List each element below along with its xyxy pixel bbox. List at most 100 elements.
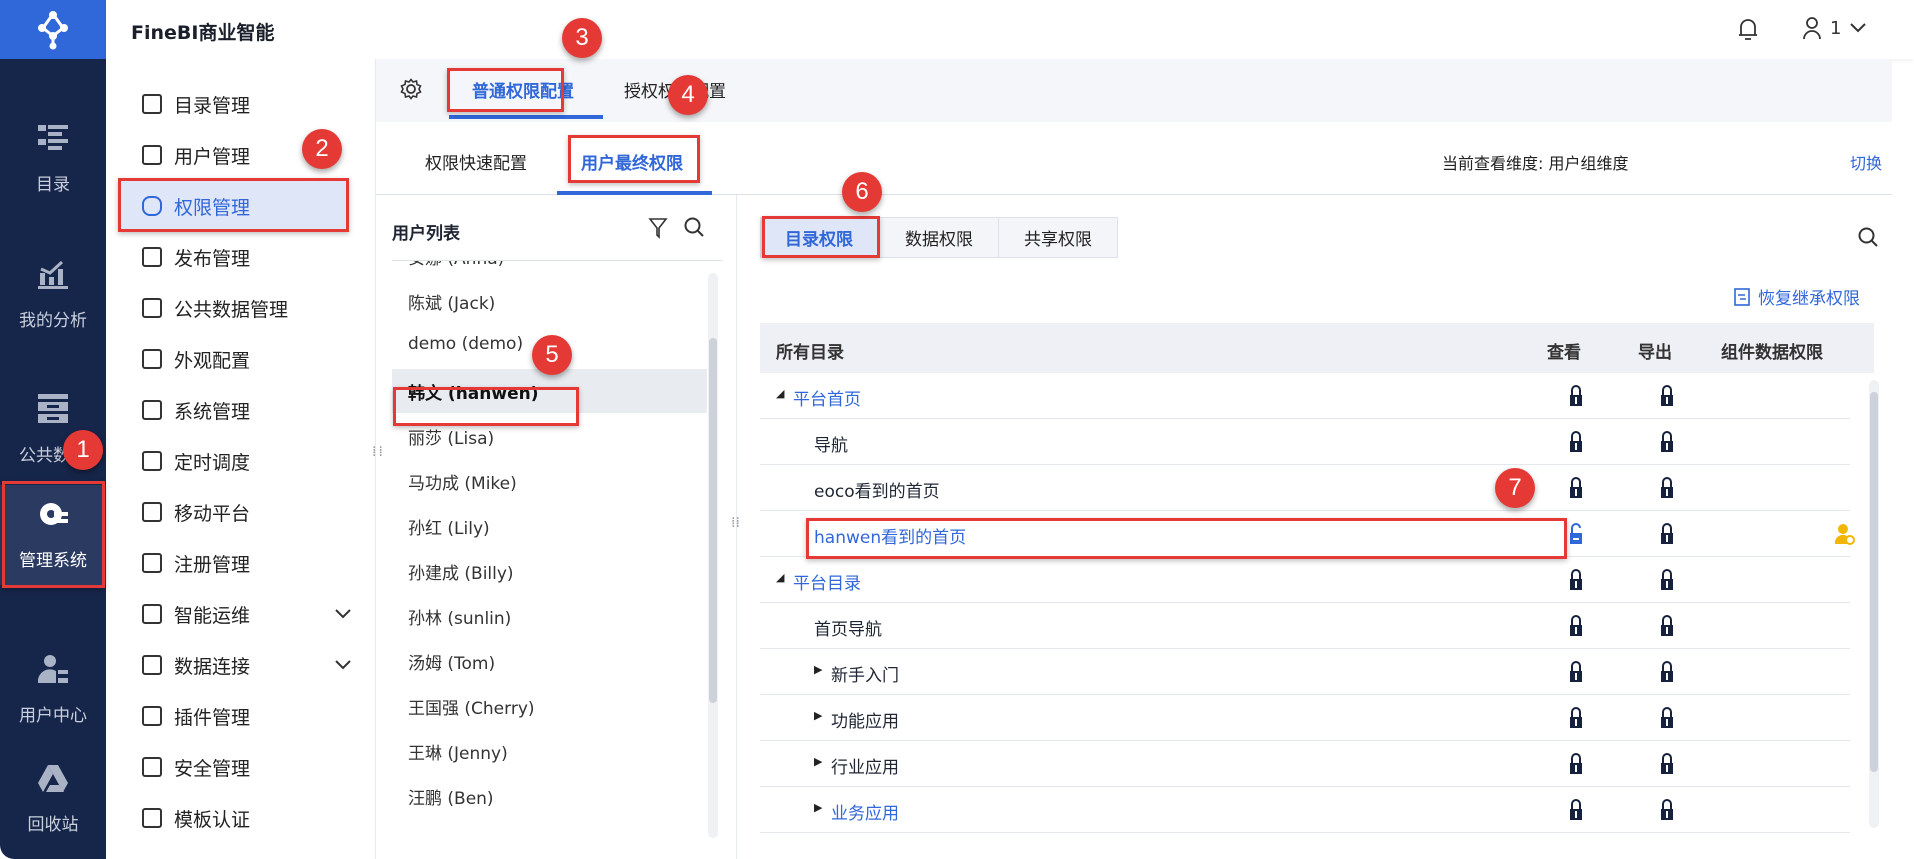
user-list-scrollbar[interactable] [708, 273, 718, 838]
catalog-name[interactable]: 功能应用 [831, 707, 899, 732]
lock-icon[interactable] [1569, 661, 1583, 688]
menu-item-timer[interactable]: 定时调度 [120, 436, 348, 486]
caret-down-icon[interactable]: ◢ [776, 571, 784, 584]
catalog-name[interactable]: eoco看到的首页 [814, 477, 940, 502]
user-list-item[interactable]: 王琳 (Jenny) [408, 739, 508, 764]
lock-icon[interactable] [1660, 477, 1674, 504]
menu-item-brush[interactable]: 外观配置 [120, 334, 348, 384]
catalog-name[interactable]: 导航 [814, 431, 848, 456]
chevron-down-icon[interactable] [334, 656, 352, 675]
lock-icon[interactable] [1569, 753, 1583, 780]
lock-icon[interactable] [1660, 615, 1674, 642]
menu-item-data[interactable]: 公共数据管理 [120, 283, 348, 333]
nav-item-recycle[interactable]: 回收站 [0, 750, 106, 850]
catalog-name[interactable]: 平台目录 [793, 569, 861, 594]
perm-tab-data[interactable]: 数据权限 [879, 217, 999, 258]
caret-right-icon[interactable]: ▶ [814, 709, 822, 722]
annotation-marker-2: 2 [302, 129, 342, 169]
settings-gear-icon[interactable] [400, 78, 422, 104]
user-list-item[interactable]: 丽莎 (Lisa) [408, 424, 494, 449]
user-menu[interactable]: 1 [1802, 16, 1867, 40]
search-icon[interactable] [1857, 226, 1879, 252]
switch-dimension-link[interactable]: 切换 [1850, 150, 1882, 174]
lock-icon[interactable] [1660, 385, 1674, 412]
filter-icon[interactable] [648, 217, 668, 243]
menu-item-publish[interactable]: 发布管理 [120, 232, 348, 282]
table-row[interactable]: ◢ 平台首页 [760, 373, 1850, 419]
menu-item-puzzle[interactable]: 插件管理 [120, 691, 348, 741]
table-row[interactable]: 导航 [760, 419, 1850, 465]
user-list-item[interactable]: 马功成 (Mike) [408, 469, 517, 494]
annotation-marker-7: 7 [1495, 468, 1535, 508]
caret-right-icon[interactable]: ▶ [814, 755, 822, 768]
caret-down-icon[interactable]: ◢ [776, 387, 784, 400]
menu-item-certify[interactable]: 模板认证 [120, 793, 348, 843]
annotation-highlight-box [762, 216, 880, 258]
component-user-icon[interactable] [1834, 523, 1855, 550]
catalog-name[interactable]: 业务应用 [831, 799, 899, 824]
lock-icon[interactable] [1660, 523, 1674, 550]
user-list-item[interactable]: 陈斌 (Jack) [408, 289, 495, 314]
recycle-icon [38, 765, 68, 798]
caret-right-icon[interactable]: ▶ [814, 663, 822, 676]
top-header [106, 0, 1914, 59]
bell-icon[interactable] [1737, 17, 1759, 45]
unlocked-icon[interactable] [1569, 523, 1583, 550]
lock-icon[interactable] [1660, 431, 1674, 458]
user-list-item[interactable]: demo (demo) [408, 334, 523, 354]
lock-icon[interactable] [1569, 385, 1583, 412]
menu-item-mobile[interactable]: 移动平台 [120, 487, 348, 537]
user-list-item[interactable]: 孙红 (Lily) [408, 514, 490, 539]
nav-item-catalog[interactable]: 目录 [0, 110, 106, 210]
table-row[interactable]: ▶ 功能应用 [760, 695, 1850, 741]
menu-item-paperclip[interactable]: 数据连接 [120, 640, 351, 690]
lock-icon[interactable] [1660, 753, 1674, 780]
search-icon[interactable] [683, 216, 705, 242]
lock-icon[interactable] [1660, 799, 1674, 826]
chevron-down-icon[interactable] [334, 605, 352, 624]
table-scrollbar[interactable] [1869, 380, 1879, 828]
table-row[interactable]: ◢ 平台目录 [760, 557, 1850, 603]
catalog-name[interactable]: 首页导航 [814, 615, 882, 640]
subtab-quick-config[interactable]: 权限快速配置 [425, 149, 527, 174]
table-row[interactable]: 首页导航 [760, 603, 1850, 649]
menu-item-shield-plus[interactable]: 安全管理 [120, 742, 348, 792]
catalog-name[interactable]: 平台首页 [793, 385, 861, 410]
user-list-item[interactable]: 汤姆 (Tom) [408, 649, 495, 674]
lock-icon[interactable] [1569, 431, 1583, 458]
catalog-name[interactable]: 新手入门 [831, 661, 899, 686]
finebi-logo[interactable] [0, 0, 106, 59]
menu-item-ops[interactable]: 智能运维 [120, 589, 351, 639]
lock-icon[interactable] [1569, 799, 1583, 826]
gear-icon [142, 400, 162, 420]
table-row[interactable]: ▶ 行业应用 [760, 741, 1850, 787]
restore-inherit-button[interactable]: 恢复继承权限 [1734, 284, 1860, 309]
nav-item-user-center[interactable]: 用户中心 [0, 640, 106, 740]
table-row[interactable]: ▶ 新手入门 [760, 649, 1850, 695]
perm-tab-share[interactable]: 共享权限 [998, 217, 1118, 258]
table-row[interactable]: ▶ 业务应用 [760, 787, 1850, 833]
caret-right-icon[interactable]: ▶ [814, 801, 822, 814]
lock-icon[interactable] [1660, 569, 1674, 596]
data-icon [142, 298, 162, 318]
menu-item-register[interactable]: 注册管理 [120, 538, 348, 588]
lock-icon[interactable] [1660, 661, 1674, 688]
table-row[interactable]: eoco看到的首页 [760, 465, 1850, 511]
user-list-item[interactable]: 孙林 (sunlin) [408, 604, 511, 629]
dimension-label: 当前查看维度: 用户组维度 [1442, 154, 1629, 173]
user-list-item[interactable]: 孙建成 (Billy) [408, 559, 514, 584]
resize-handle-icon[interactable]: ⁞⁞ [372, 445, 384, 459]
menu-item-list[interactable]: 目录管理 [120, 79, 348, 129]
lock-icon[interactable] [1569, 477, 1583, 504]
catalog-name[interactable]: 行业应用 [831, 753, 899, 778]
user-list-item[interactable]: 汪鹏 (Ben) [408, 784, 494, 809]
user-list-item[interactable]: 安娜 (Anna) [408, 261, 504, 269]
nav-item-analysis[interactable]: 我的分析 [0, 245, 106, 345]
menu-label: 插件管理 [174, 706, 251, 729]
lock-icon[interactable] [1660, 707, 1674, 734]
lock-icon[interactable] [1569, 569, 1583, 596]
user-list-item[interactable]: 王国强 (Cherry) [408, 694, 535, 719]
lock-icon[interactable] [1569, 615, 1583, 642]
lock-icon[interactable] [1569, 707, 1583, 734]
menu-item-gear[interactable]: 系统管理 [120, 385, 348, 435]
